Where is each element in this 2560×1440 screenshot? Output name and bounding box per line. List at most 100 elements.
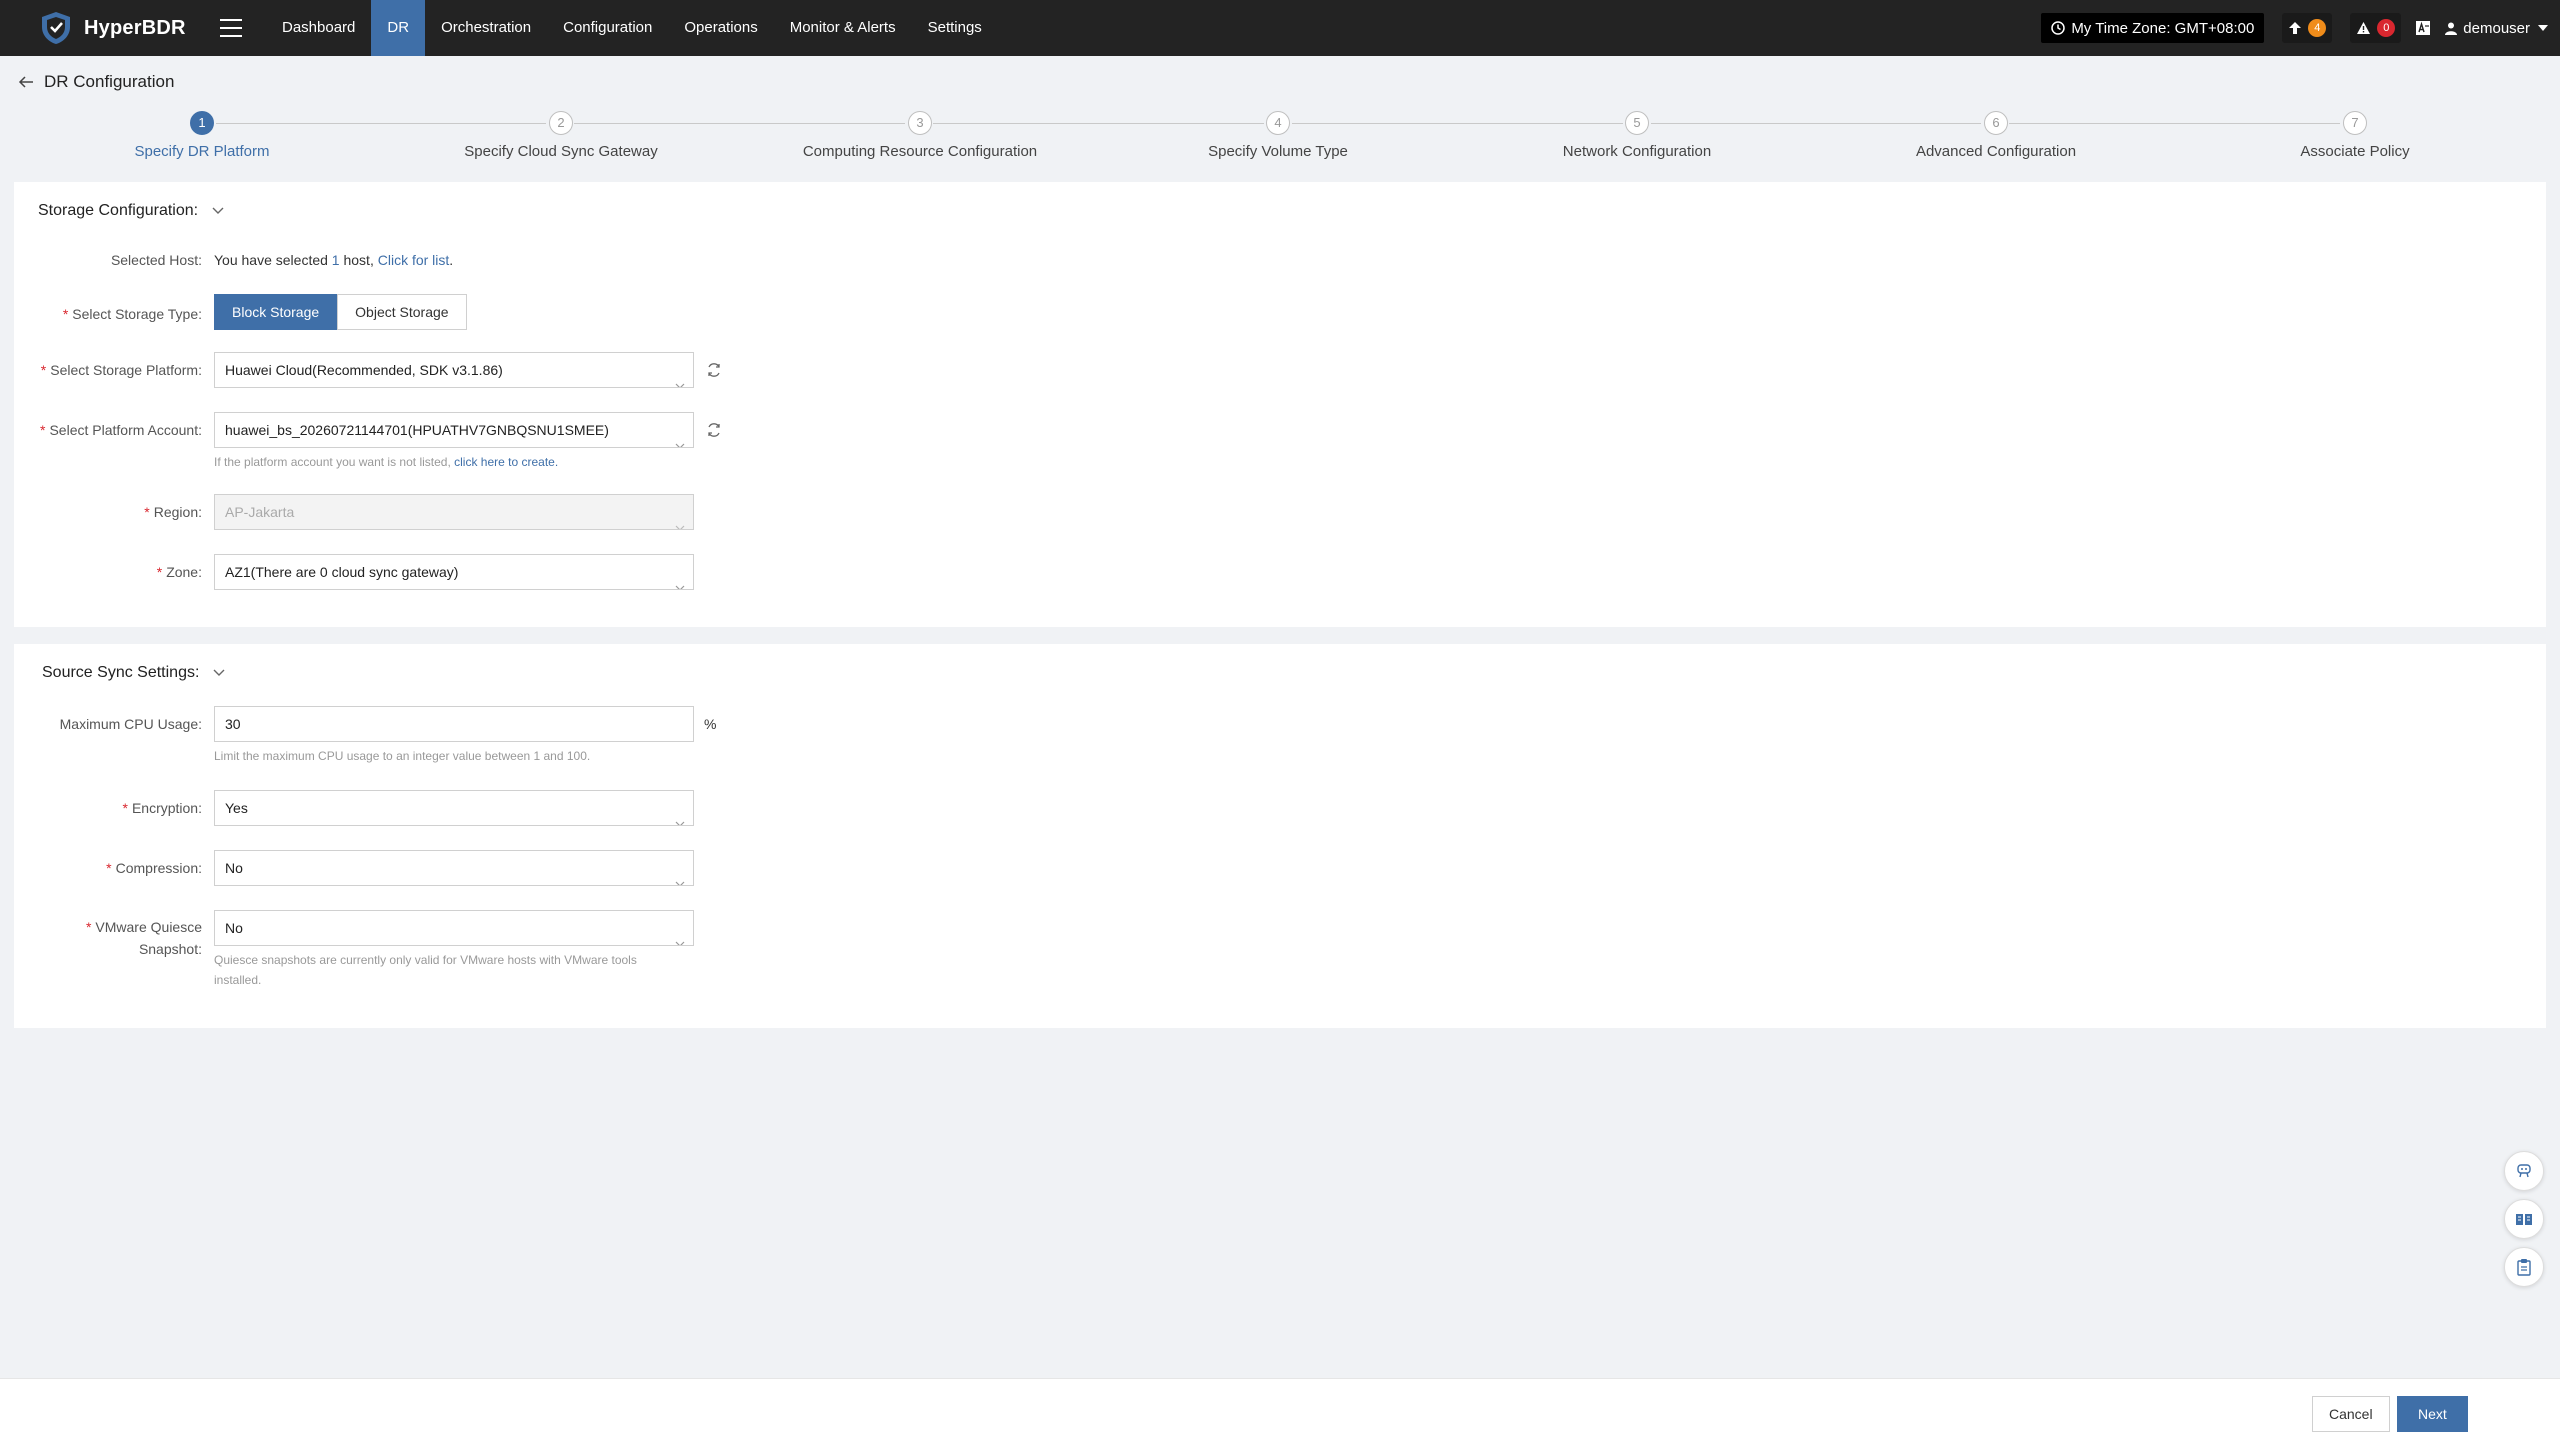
app-logo[interactable]: HyperBDR <box>38 10 188 46</box>
chevron-down-icon[interactable] <box>213 669 225 677</box>
storage-type-row: * Select Storage Type: <box>14 296 214 332</box>
quiesce-label: * VMware Quiesce Snapshot: <box>85 919 202 957</box>
step-number: 5 <box>1625 111 1649 135</box>
warning-icon <box>2357 22 2371 34</box>
timezone-label: My Time Zone: GMT+08:00 <box>2071 19 2255 37</box>
username: demouser <box>2463 19 2530 37</box>
nav-operations[interactable]: Operations <box>668 0 773 56</box>
upgrade-button[interactable]: 4 <box>2282 13 2333 43</box>
step-label: Associate Policy <box>2300 143 2410 160</box>
book-icon <box>2516 1214 2532 1225</box>
cpu-usage-hint: Limit the maximum CPU usage to an intege… <box>214 749 591 763</box>
quiesce-hint: Quiesce snapshots are currently only val… <box>214 953 637 987</box>
chevron-down-icon <box>675 367 685 387</box>
language-icon[interactable] <box>2415 20 2431 36</box>
region-label: * Region: <box>144 504 202 520</box>
nav-dashboard[interactable]: Dashboard <box>266 0 371 56</box>
clock-icon <box>2051 21 2066 35</box>
step-label: Computing Resource Configuration <box>802 143 1038 160</box>
nav-monitor-alerts[interactable]: Monitor & Alerts <box>774 0 912 56</box>
step-associate-policy[interactable]: 7 Associate Policy <box>2205 110 2505 160</box>
step-computing-resource-configuration[interactable]: 3 Computing Resource Configuration <box>770 110 1070 160</box>
chevron-down-icon <box>675 865 685 885</box>
step-number: 6 <box>1984 111 2008 135</box>
chevron-down-icon[interactable] <box>212 207 224 215</box>
support-float-button[interactable] <box>2504 1151 2544 1191</box>
region-row: * Region: <box>14 494 214 530</box>
selected-host-text: You have selected 1 host, Click for list… <box>214 252 453 268</box>
alert-count-badge: 0 <box>2377 19 2396 37</box>
arrow-up-icon <box>2289 22 2302 34</box>
step-specify-volume-type[interactable]: 4 Specify Volume Type <box>1128 110 1428 160</box>
step-label: Specify Volume Type <box>1208 143 1348 160</box>
section-title: Storage Configuration: <box>38 202 199 219</box>
selected-host-prefix: You have selected <box>214 252 332 268</box>
clipboard-float-button[interactable] <box>2504 1247 2544 1287</box>
nav-orchestration[interactable]: Orchestration <box>425 0 547 56</box>
selected-host-count: 1 <box>331 252 340 268</box>
encryption-select[interactable]: Yes <box>214 790 694 826</box>
zone-select[interactable]: AZ1(There are 0 cloud sync gateway) <box>214 554 694 590</box>
back-arrow-icon[interactable] <box>18 75 34 89</box>
refresh-account-icon[interactable] <box>706 422 722 438</box>
upgrade-count-badge: 4 <box>2308 19 2327 37</box>
timezone-button[interactable]: My Time Zone: GMT+08:00 <box>2041 13 2265 43</box>
step-network-configuration[interactable]: 5 Network Configuration <box>1487 110 1787 160</box>
storage-platform-row: * Select Storage Platform: <box>14 352 214 388</box>
chevron-down-icon <box>675 427 685 447</box>
refresh-platform-icon[interactable] <box>706 362 722 378</box>
top-right-tools: My Time Zone: GMT+08:00 4 0 demouser <box>2041 0 2548 56</box>
sync-section-header[interactable]: Source Sync Settings: <box>42 664 225 682</box>
compression-select[interactable]: No <box>214 850 694 886</box>
storage-section-header[interactable]: Storage Configuration: <box>38 202 224 220</box>
app-name: HyperBDR <box>84 16 186 39</box>
chevron-down-icon <box>2538 25 2548 31</box>
object-storage-button[interactable]: Object Storage <box>337 294 467 330</box>
zone-row: * Zone: <box>14 554 214 590</box>
platform-account-label: * Select Platform Account: <box>40 422 202 438</box>
page-header: DR Configuration <box>18 72 174 92</box>
step-specify-cloud-sync-gateway[interactable]: 2 Specify Cloud Sync Gateway <box>411 110 711 160</box>
quiesce-select[interactable]: No <box>214 910 694 946</box>
next-button[interactable]: Next <box>2397 1396 2468 1432</box>
alerts-button[interactable]: 0 <box>2350 13 2402 43</box>
step-advanced-configuration[interactable]: 6 Advanced Configuration <box>1846 110 2146 160</box>
storage-platform-select[interactable]: Huawei Cloud(Recommended, SDK v3.1.86) <box>214 352 694 388</box>
top-navigation-bar: HyperBDR Dashboard DR Orchestration Conf… <box>0 0 2560 56</box>
quiesce-value: No <box>225 920 243 936</box>
docs-float-button[interactable] <box>2504 1199 2544 1239</box>
source-sync-settings-panel: Source Sync Settings: Maximum CPU Usage:… <box>14 644 2546 1028</box>
step-number: 1 <box>190 111 214 135</box>
shield-logo-icon <box>42 12 70 44</box>
step-label: Specify DR Platform <box>134 143 270 160</box>
wizard-stepper: 1 Specify DR Platform 2 Specify Cloud Sy… <box>0 110 2560 170</box>
chevron-down-icon <box>675 509 685 529</box>
nav-dr[interactable]: DR <box>371 0 426 56</box>
click-for-list-link[interactable]: Click for list <box>378 252 450 268</box>
main-nav: Dashboard DR Orchestration Configuration… <box>266 0 998 56</box>
selected-host-end: . <box>449 252 454 268</box>
step-specify-dr-platform[interactable]: 1 Specify DR Platform <box>52 110 352 160</box>
compression-value: No <box>225 860 243 876</box>
zone-value: AZ1(There are 0 cloud sync gateway) <box>225 564 459 580</box>
nav-settings[interactable]: Settings <box>912 0 998 56</box>
step-number: 3 <box>908 111 932 135</box>
cpu-usage-input[interactable]: 30 <box>214 706 694 742</box>
step-label: Advanced Configuration <box>1915 143 2077 160</box>
encryption-row: * Encryption: <box>14 790 214 826</box>
step-label: Specify Cloud Sync Gateway <box>464 143 658 160</box>
selected-host-row: Selected Host: <box>14 252 214 268</box>
block-storage-button[interactable]: Block Storage <box>214 294 338 330</box>
nav-configuration[interactable]: Configuration <box>547 0 668 56</box>
create-account-link[interactable]: click here to create. <box>454 455 558 469</box>
step-number: 4 <box>1266 111 1290 135</box>
cancel-button[interactable]: Cancel <box>2312 1396 2390 1432</box>
cpu-usage-label: Maximum CPU Usage: <box>59 716 202 732</box>
platform-account-select[interactable]: huawei_bs_20260721144701(HPUATHV7GNBQSNU… <box>214 412 694 448</box>
hamburger-icon[interactable] <box>220 19 242 37</box>
user-menu[interactable]: demouser <box>2445 20 2548 37</box>
account-hint-text: If the platform account you want is not … <box>214 455 455 469</box>
platform-account-value: huawei_bs_20260721144701(HPUATHV7GNBQSNU… <box>225 422 609 438</box>
encryption-label: * Encryption: <box>122 800 203 816</box>
step-label: Network Configuration <box>1562 143 1712 160</box>
